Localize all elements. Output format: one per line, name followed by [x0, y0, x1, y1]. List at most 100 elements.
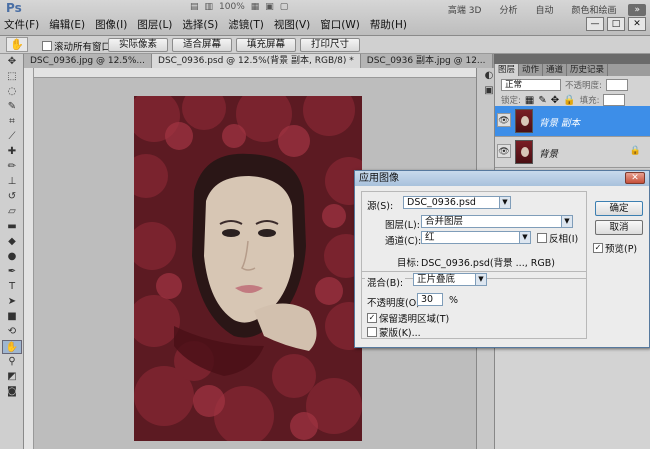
scroll-all-windows-option[interactable]: 滚动所有窗口 — [42, 39, 111, 53]
bridge-icon[interactable]: ▤ — [190, 2, 199, 12]
workspace-painting[interactable]: 颜色和绘画 — [565, 2, 622, 17]
menu-select[interactable]: 选择(S) — [182, 17, 218, 33]
menu-layer[interactable]: 图层(L) — [137, 17, 172, 33]
blend-select[interactable]: 正片叠底 ▼ — [413, 273, 487, 286]
view-extras-icon[interactable]: ▦ — [251, 2, 260, 12]
lock-position-icon[interactable]: ✥ — [551, 95, 559, 106]
layer-opacity-field[interactable] — [605, 79, 628, 91]
pen-tool-icon[interactable]: ✒ — [2, 265, 22, 279]
visibility-eye-icon[interactable]: 👁 — [497, 113, 511, 127]
layer-thumbnail — [515, 109, 533, 133]
menu-view[interactable]: 视图(V) — [274, 17, 310, 33]
hand-tool-icon[interactable]: ✋ — [2, 340, 22, 354]
blur-tool-icon[interactable]: ◆ — [2, 235, 22, 249]
title-bar: Ps ▤ ▥ 100% ▦ ▣ ▢ 高端 3D 分析 自动 颜色和绘画 » 文件… — [0, 0, 650, 36]
maximize-button[interactable]: □ — [607, 17, 625, 31]
ok-button[interactable]: 确定 — [595, 201, 643, 216]
channel-select[interactable]: 红 ▼ — [421, 231, 531, 244]
screen-mode-icon[interactable]: ▢ — [280, 2, 289, 12]
marquee-tool-icon[interactable]: ⬚ — [2, 70, 22, 84]
preserve-transparency-option[interactable]: ✓ 保留透明区域(T) — [367, 311, 449, 325]
invert-checkbox[interactable] — [537, 233, 547, 243]
shape-tool-icon[interactable]: ■ — [2, 310, 22, 324]
tab-actions[interactable]: 动作 — [519, 64, 544, 76]
menu-image[interactable]: 图像(I) — [95, 17, 127, 33]
workspace-auto[interactable]: 自动 — [529, 2, 559, 17]
blend-label: 混合(B): — [365, 275, 406, 289]
lock-all-icon[interactable]: 🔒 — [563, 95, 575, 106]
actual-pixels-button[interactable]: 实际像素 — [108, 38, 168, 52]
layer-row[interactable]: 👁 背景 副本 — [495, 106, 650, 137]
cancel-button[interactable]: 取消 — [595, 220, 643, 235]
invert-option[interactable]: 反相(I) — [537, 231, 578, 245]
target-value: DSC_0936.psd(背景 ..., RGB) — [421, 258, 555, 269]
fill-screen-button[interactable]: 填充屏幕 — [236, 38, 296, 52]
mask-option[interactable]: 蒙版(K)... — [367, 325, 421, 339]
layer-row[interactable]: 👁 背景 🔒 — [495, 137, 650, 168]
healing-tool-icon[interactable]: ✚ — [2, 145, 22, 159]
scroll-all-checkbox[interactable] — [42, 41, 52, 51]
fit-screen-button[interactable]: 适合屏幕 — [172, 38, 232, 52]
preview-option[interactable]: ✓ 预览(P) — [593, 241, 637, 255]
path-select-tool-icon[interactable]: ➤ — [2, 295, 22, 309]
brush-tool-icon[interactable]: ✏ — [2, 160, 22, 174]
zoom-tool-icon[interactable]: ⚲ — [2, 355, 22, 369]
history-brush-tool-icon[interactable]: ↺ — [2, 190, 22, 204]
preview-checkbox[interactable]: ✓ — [593, 243, 603, 253]
panel-tabs: 图层 动作 通道 历史记录 — [495, 64, 650, 76]
quick-select-tool-icon[interactable]: ✎ — [2, 100, 22, 114]
minimize-button[interactable]: — — [586, 17, 604, 31]
menu-filter[interactable]: 滤镜(T) — [228, 17, 264, 33]
layer-blend-row: 正常 不透明度: — [501, 79, 628, 91]
dodge-tool-icon[interactable]: ● — [2, 250, 22, 264]
hand-icon[interactable]: ✋ — [6, 37, 28, 52]
quick-mask-icon[interactable]: ◙ — [2, 385, 22, 399]
arrange-documents-icon[interactable]: ▣ — [265, 2, 274, 12]
layer-value: 合并图层 — [425, 216, 464, 227]
stamp-tool-icon[interactable]: ⊥ — [2, 175, 22, 189]
menu-window[interactable]: 窗口(W) — [320, 17, 360, 33]
workspace-analysis[interactable]: 分析 — [493, 2, 523, 17]
tab-channels[interactable]: 通道 — [543, 64, 568, 76]
type-tool-icon[interactable]: T — [2, 280, 22, 294]
move-tool-icon[interactable]: ✥ — [2, 55, 22, 69]
minibridge-icon[interactable]: ▥ — [205, 2, 214, 12]
menu-help[interactable]: 帮助(H) — [370, 17, 407, 33]
fill-field[interactable] — [603, 94, 626, 106]
workspace-3d[interactable]: 高端 3D — [442, 2, 488, 17]
eraser-tool-icon[interactable]: ▱ — [2, 205, 22, 219]
layer-select[interactable]: 合并图层 ▼ — [421, 215, 573, 228]
visibility-eye-icon[interactable]: 👁 — [497, 144, 511, 158]
document-image[interactable] — [134, 96, 362, 441]
color-swatches-icon[interactable]: ◩ — [2, 370, 22, 384]
eyedropper-tool-icon[interactable]: ⟋ — [2, 130, 22, 144]
tab-layers[interactable]: 图层 — [495, 64, 520, 76]
zoom-level[interactable]: 100% — [219, 2, 245, 12]
print-size-button[interactable]: 打印尺寸 — [300, 38, 360, 52]
mask-checkbox[interactable] — [367, 327, 377, 337]
apply-image-dialog: 应用图像 ✕ 源(S): DSC_0936.psd ▼ 图层(L): 合并图层 ▼ … — [354, 170, 650, 348]
source-value: DSC_0936.psd — [407, 197, 476, 208]
tab-history[interactable]: 历史记录 — [567, 64, 609, 76]
opacity-input[interactable]: 30 — [417, 293, 443, 306]
3d-tool-icon[interactable]: ⟲ — [2, 325, 22, 339]
gradient-tool-icon[interactable]: ▬ — [2, 220, 22, 234]
lasso-tool-icon[interactable]: ◌ — [2, 85, 22, 99]
menu-edit[interactable]: 编辑(E) — [49, 17, 85, 33]
lock-transparency-icon[interactable]: ▦ — [525, 95, 534, 106]
layer-blend-mode-select[interactable]: 正常 — [501, 79, 561, 91]
layer-lock-row: 锁定: ▦ ✎ ✥ 🔒 填充: — [501, 94, 626, 106]
options-bar: ✋ 滚动所有窗口 实际像素 适合屏幕 填充屏幕 打印尺寸 — [0, 36, 650, 54]
tab-document-psd[interactable]: DSC_0936.psd @ 12.5%(背景 副本, RGB/8) * — [152, 54, 361, 68]
lock-icon: 🔒 — [629, 146, 641, 156]
menu-file[interactable]: 文件(F) — [4, 17, 39, 33]
close-button[interactable]: ✕ — [628, 17, 646, 31]
more-workspaces-icon[interactable]: » — [628, 3, 646, 16]
source-select[interactable]: DSC_0936.psd ▼ — [403, 196, 511, 209]
tab-document-jpg[interactable]: DSC_0936.jpg @ 12.5%... — [24, 54, 153, 68]
tab-document-copy-jpg[interactable]: DSC_0936 副本.jpg @ 12... — [360, 54, 493, 68]
dialog-close-icon[interactable]: ✕ — [625, 172, 645, 184]
crop-tool-icon[interactable]: ⌗ — [2, 115, 22, 129]
preserve-transparency-checkbox[interactable]: ✓ — [367, 313, 377, 323]
lock-pixels-icon[interactable]: ✎ — [538, 95, 546, 106]
